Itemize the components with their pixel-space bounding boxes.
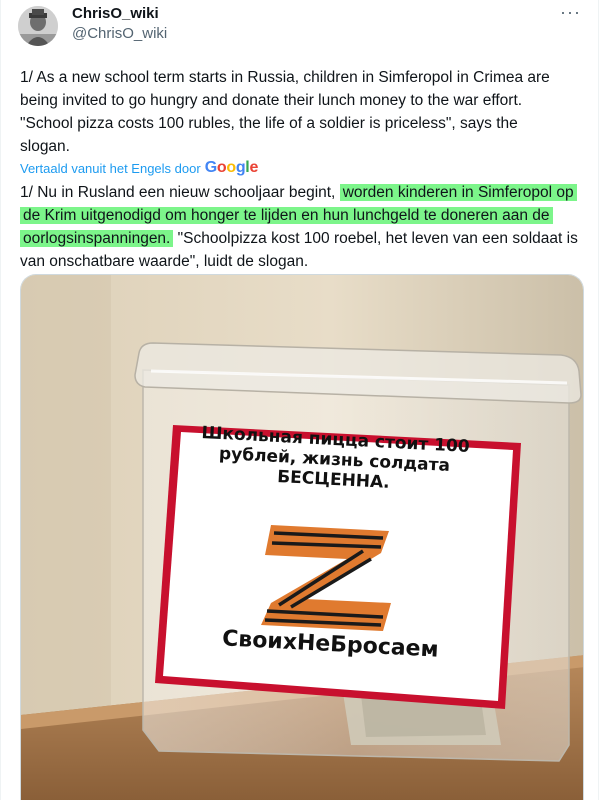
author-handle[interactable]: @ChrisO_wiki xyxy=(72,25,167,42)
google-logo: Google xyxy=(204,159,259,177)
tweet-photo[interactable]: Школьная пицца стоит 100 рублей, жизнь с… xyxy=(20,274,584,800)
more-options-icon[interactable]: ··· xyxy=(560,2,581,23)
avatar-image xyxy=(18,6,58,46)
google-logo-letter: G xyxy=(204,159,217,176)
avatar[interactable] xyxy=(18,6,58,46)
photo-scene xyxy=(21,275,583,800)
google-logo-letter: o xyxy=(216,159,227,176)
author-name[interactable]: ChrisO_wiki xyxy=(72,5,159,22)
translation-part1: 1/ Nu in Rusland een nieuw schooljaar be… xyxy=(20,184,340,201)
google-logo-letter: o xyxy=(226,159,236,176)
google-logo-letter: e xyxy=(249,159,259,176)
translated-label: Vertaald vanuit het Engels door xyxy=(20,160,201,176)
translation-attribution[interactable]: Vertaald vanuit het Engels door Google xyxy=(20,159,258,177)
translated-text: 1/ Nu in Rusland een nieuw schooljaar be… xyxy=(20,181,590,273)
google-logo-letter: g xyxy=(235,159,246,176)
tweet-text: 1/ As a new school term starts in Russia… xyxy=(20,69,550,155)
